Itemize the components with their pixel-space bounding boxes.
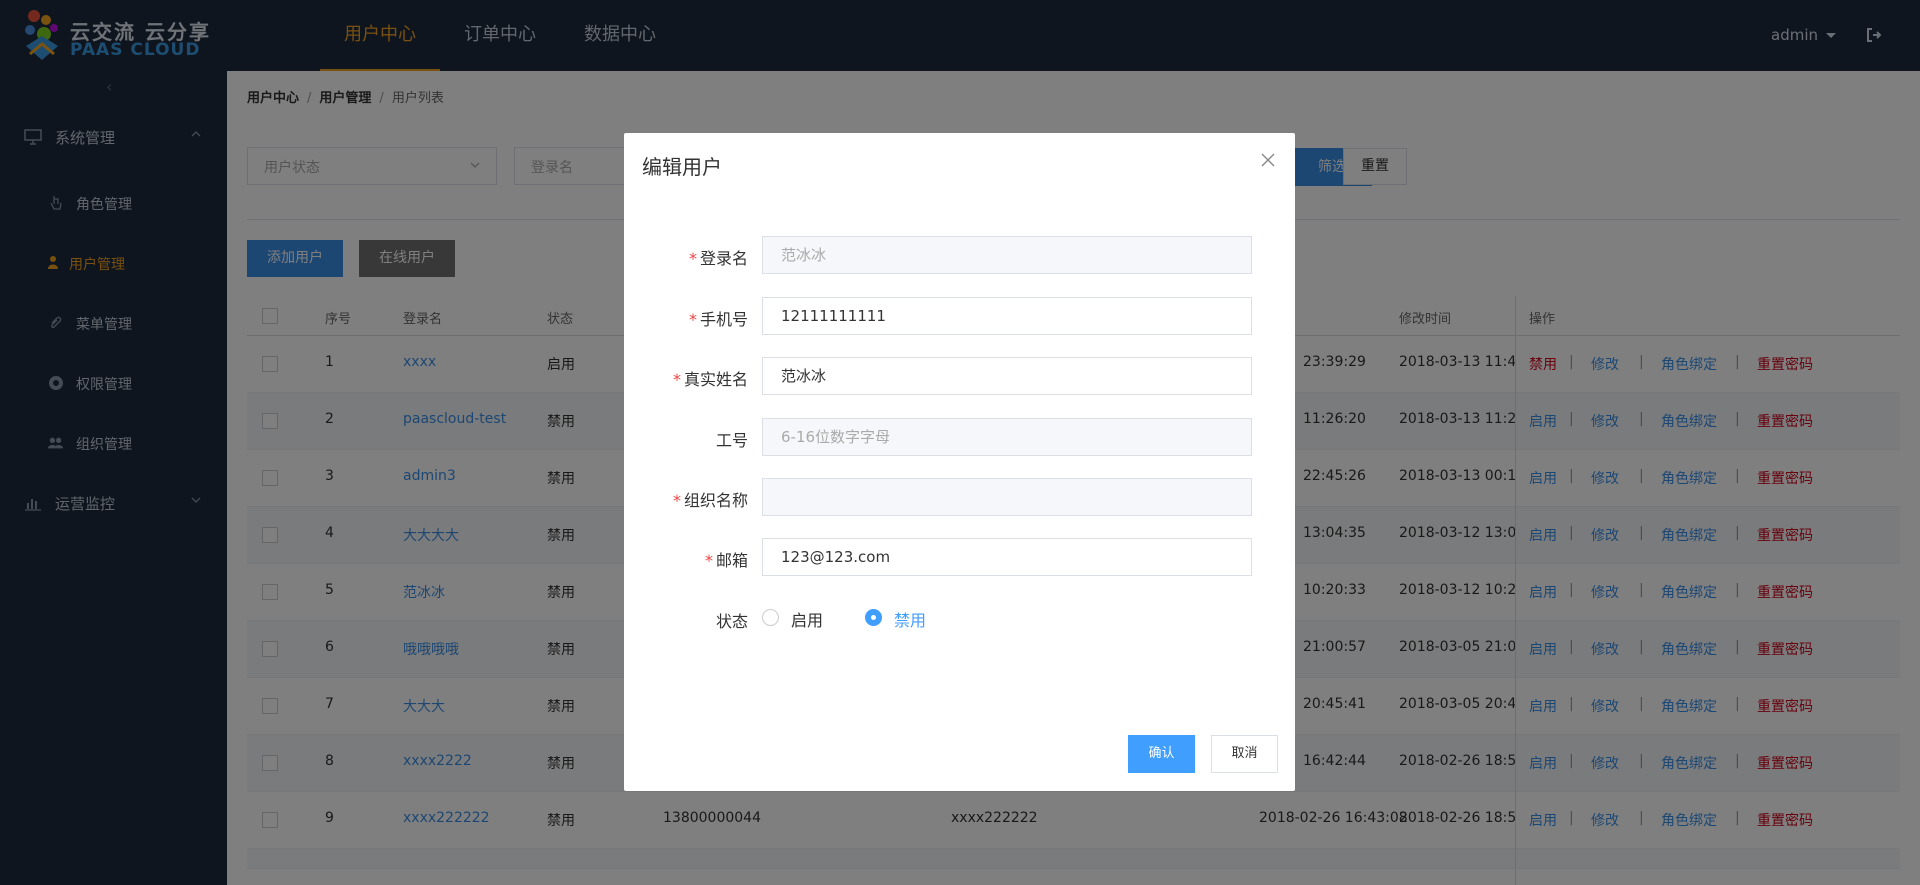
form-row-email: * 邮箱 123@123.com <box>624 538 1295 576</box>
phone-field[interactable]: 12111111111 <box>762 297 1252 335</box>
field-label: * 组织名称 <box>672 491 748 510</box>
form-row-realname: * 真实姓名 范冰冰 <box>624 357 1295 395</box>
status-disable-radio[interactable] <box>865 609 882 626</box>
email-field[interactable]: 123@123.com <box>762 538 1252 576</box>
form-row-login: * 登录名 范冰冰 <box>624 236 1295 274</box>
status-disable-label[interactable]: 禁用 <box>894 607 926 631</box>
org-field[interactable] <box>762 478 1252 516</box>
dialog-title: 编辑用户 <box>642 155 722 179</box>
close-icon[interactable] <box>1261 153 1275 167</box>
form-row-status: 状态 启用 禁用 <box>624 599 1295 637</box>
login-field: 范冰冰 <box>762 236 1252 274</box>
field-label: * 邮箱 <box>704 551 748 570</box>
edit-user-dialog: 编辑用户 * 登录名 范冰冰 * 手机号 12111111111 * 真实姓名 范冰冰… <box>624 133 1295 791</box>
field-label: * 手机号 <box>688 310 748 329</box>
confirm-button[interactable]: 确认 <box>1128 735 1195 773</box>
field-label: * 真实姓名 <box>672 370 748 389</box>
realname-field[interactable]: 范冰冰 <box>762 357 1252 395</box>
form-row-phone: * 手机号 12111111111 <box>624 297 1295 335</box>
field-label: * 登录名 <box>688 249 748 268</box>
form-row-org: * 组织名称 <box>624 478 1295 516</box>
cancel-button[interactable]: 取消 <box>1211 735 1278 773</box>
field-label: 工号 <box>715 431 748 450</box>
form-row-employee-no: 工号 6-16位数字字母 <box>624 418 1295 456</box>
employee-no-field: 6-16位数字字母 <box>762 418 1252 456</box>
field-label: 状态 <box>715 612 748 631</box>
status-enable-radio[interactable] <box>762 609 779 626</box>
status-enable-label[interactable]: 启用 <box>791 607 823 631</box>
